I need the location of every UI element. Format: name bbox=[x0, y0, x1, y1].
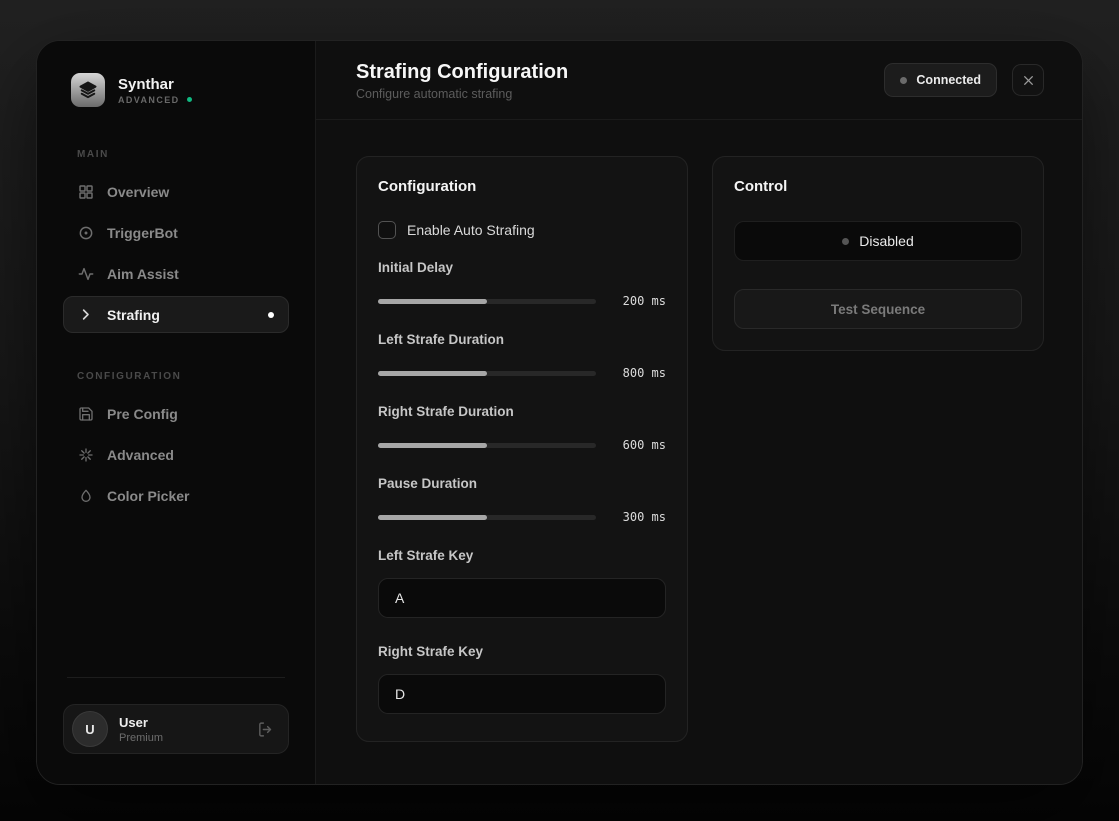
configuration-title: Configuration bbox=[378, 178, 666, 195]
slider-fill bbox=[378, 299, 487, 304]
save-icon bbox=[78, 406, 94, 422]
slider-value: 800 ms bbox=[610, 366, 666, 380]
slider-label: Right Strafe Duration bbox=[378, 404, 666, 419]
sidebar-item-label: TriggerBot bbox=[107, 225, 178, 241]
left-strafe-key-input[interactable] bbox=[378, 578, 666, 618]
slider-value: 300 ms bbox=[610, 510, 666, 524]
layers-icon bbox=[78, 80, 98, 100]
sidebar-item-label: Pre Config bbox=[107, 406, 178, 422]
close-icon bbox=[1022, 74, 1035, 87]
sidebar-item-label: Strafing bbox=[107, 307, 160, 323]
slider-fill bbox=[378, 371, 487, 376]
sidebar-item-color-picker[interactable]: Color Picker bbox=[63, 477, 289, 514]
key-label: Left Strafe Key bbox=[378, 548, 666, 563]
sidebar-item-triggerbot[interactable]: TriggerBot bbox=[63, 214, 289, 251]
left-strafe-duration-slider[interactable] bbox=[378, 371, 596, 376]
brand: Synthar ADVANCED bbox=[63, 73, 289, 107]
status-label: Disabled bbox=[859, 233, 913, 249]
slider-value: 200 ms bbox=[610, 294, 666, 308]
key-label: Right Strafe Key bbox=[378, 644, 666, 659]
page-title: Strafing Configuration bbox=[356, 60, 568, 84]
online-dot bbox=[187, 97, 192, 102]
sidebar-item-label: Color Picker bbox=[107, 488, 189, 504]
pause-duration-slider[interactable] bbox=[378, 515, 596, 520]
nav-main: MAIN Overview TriggerBot bbox=[63, 149, 289, 337]
connection-dot bbox=[900, 77, 907, 84]
user-name: User bbox=[119, 715, 163, 730]
checkbox-label: Enable Auto Strafing bbox=[407, 222, 535, 238]
brand-tier: ADVANCED bbox=[118, 95, 180, 105]
user-plan: Premium bbox=[119, 732, 163, 744]
sidebar-item-label: Overview bbox=[107, 184, 169, 200]
sidebar-item-aim-assist[interactable]: Aim Assist bbox=[63, 255, 289, 292]
sidebar: Synthar ADVANCED MAIN Overview bbox=[37, 41, 316, 784]
grid-icon bbox=[78, 184, 94, 200]
nav-configuration: CONFIGURATION Pre Config bbox=[63, 371, 289, 518]
slider-group-pause-duration: Pause Duration 300 ms bbox=[378, 476, 666, 524]
slider-value: 600 ms bbox=[610, 438, 666, 452]
enable-auto-strafing-checkbox[interactable]: Enable Auto Strafing bbox=[378, 221, 666, 239]
sidebar-item-strafing[interactable]: Strafing bbox=[63, 296, 289, 333]
avatar: U bbox=[72, 711, 108, 747]
target-icon bbox=[78, 225, 94, 241]
brand-name: Synthar bbox=[118, 76, 192, 94]
main-header: Strafing Configuration Configure automat… bbox=[316, 41, 1083, 120]
slider-label: Initial Delay bbox=[378, 260, 666, 275]
page-subtitle: Configure automatic strafing bbox=[356, 87, 568, 101]
status-dot bbox=[842, 238, 849, 245]
slider-group-right-strafe-duration: Right Strafe Duration 600 ms bbox=[378, 404, 666, 452]
sidebar-item-overview[interactable]: Overview bbox=[63, 173, 289, 210]
app-window: Synthar ADVANCED MAIN Overview bbox=[36, 40, 1083, 785]
droplet-icon bbox=[78, 488, 94, 504]
sidebar-item-pre-config[interactable]: Pre Config bbox=[63, 395, 289, 432]
connection-status-badge: Connected bbox=[884, 63, 997, 97]
active-dot bbox=[268, 312, 274, 318]
slider-label: Pause Duration bbox=[378, 476, 666, 491]
section-label-main: MAIN bbox=[63, 149, 289, 160]
slider-group-initial-delay: Initial Delay 200 ms bbox=[378, 260, 666, 308]
content-area: Configuration Enable Auto Strafing Initi… bbox=[316, 120, 1083, 778]
right-strafe-key-input[interactable] bbox=[378, 674, 666, 714]
strafing-status-box: Disabled bbox=[734, 221, 1022, 261]
close-button[interactable] bbox=[1012, 64, 1044, 96]
test-sequence-button[interactable]: Test Sequence bbox=[734, 289, 1022, 329]
chevron-right-icon bbox=[78, 307, 94, 322]
section-label-configuration: CONFIGURATION bbox=[63, 371, 289, 382]
control-card: Control Disabled Test Sequence bbox=[712, 156, 1044, 351]
right-strafe-duration-slider[interactable] bbox=[378, 443, 596, 448]
sidebar-item-label: Aim Assist bbox=[107, 266, 179, 282]
left-strafe-key-group: Left Strafe Key bbox=[378, 548, 666, 618]
sidebar-item-label: Advanced bbox=[107, 447, 174, 463]
slider-label: Left Strafe Duration bbox=[378, 332, 666, 347]
slider-fill bbox=[378, 443, 487, 448]
main-panel: Strafing Configuration Configure automat… bbox=[316, 41, 1083, 784]
configuration-card: Configuration Enable Auto Strafing Initi… bbox=[356, 156, 688, 742]
sidebar-bottom: U User Premium bbox=[63, 677, 289, 754]
checkbox-box[interactable] bbox=[378, 221, 396, 239]
sidebar-divider bbox=[67, 677, 285, 678]
sparkle-icon bbox=[78, 447, 94, 463]
logout-icon[interactable] bbox=[257, 721, 274, 738]
user-card[interactable]: U User Premium bbox=[63, 704, 289, 754]
sidebar-item-advanced[interactable]: Advanced bbox=[63, 436, 289, 473]
control-title: Control bbox=[734, 178, 1022, 195]
activity-icon bbox=[78, 266, 94, 282]
initial-delay-slider[interactable] bbox=[378, 299, 596, 304]
slider-fill bbox=[378, 515, 487, 520]
slider-group-left-strafe-duration: Left Strafe Duration 800 ms bbox=[378, 332, 666, 380]
connection-label: Connected bbox=[916, 73, 981, 87]
brand-logo bbox=[71, 73, 105, 107]
right-strafe-key-group: Right Strafe Key bbox=[378, 644, 666, 714]
